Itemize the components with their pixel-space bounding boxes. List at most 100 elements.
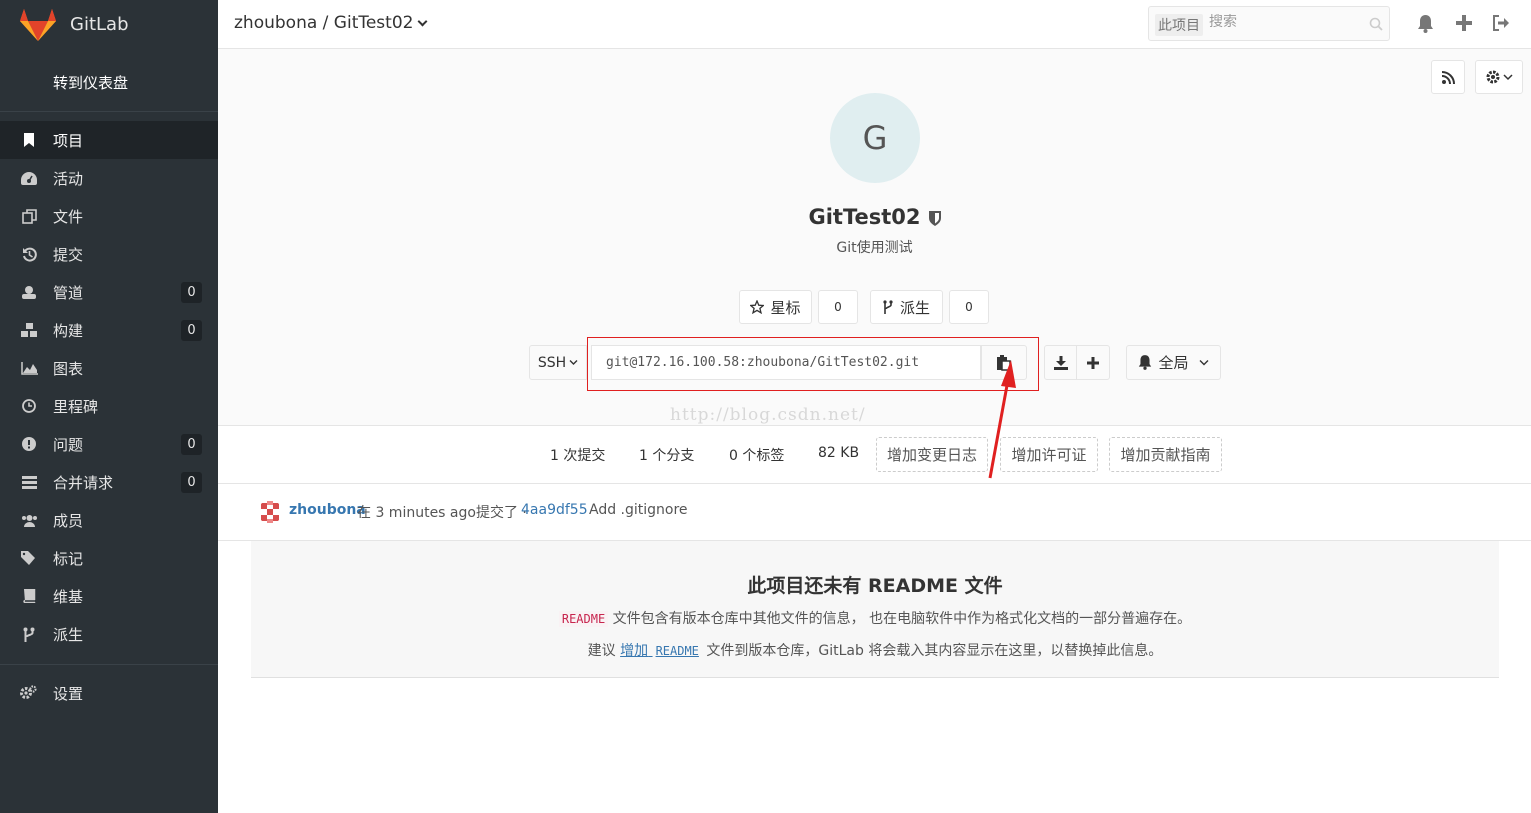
- sidebar-item-label: 设置: [53, 685, 84, 703]
- gitlab-logo-icon[interactable]: [20, 8, 56, 42]
- commit-message-link[interactable]: Add .gitignore: [589, 502, 688, 518]
- star-count[interactable]: 0: [818, 290, 858, 324]
- commit-sha-link[interactable]: 4aa9df55: [521, 502, 588, 518]
- sidebar: GitLab 转到仪表盘 项目 活动 文件 提交 管道 0 构建 0 图表 里程…: [0, 0, 218, 813]
- pipeline-icon: [20, 284, 38, 300]
- clock-icon: [20, 398, 38, 414]
- readme-info-line: README 文件包含有版本仓库中其他文件的信息， 也在电脑软件中作为格式化文档…: [251, 608, 1499, 628]
- download-button[interactable]: [1044, 345, 1077, 380]
- add-changelog-button[interactable]: 增加变更日志: [876, 437, 988, 472]
- files-icon: [20, 208, 38, 224]
- commits-count-link[interactable]: 1 次提交: [550, 445, 605, 465]
- sidebar-item-commits[interactable]: 提交: [0, 235, 218, 273]
- sign-out-icon[interactable]: [1492, 15, 1510, 31]
- sidebar-item-pipelines[interactable]: 管道 0: [0, 273, 218, 311]
- add-readme-link[interactable]: 增加 README: [620, 643, 702, 659]
- protocol-label: SSH: [537, 354, 567, 371]
- sidebar-item-activity[interactable]: 活动: [0, 159, 218, 197]
- fork-icon: [20, 626, 38, 642]
- fork-button[interactable]: 派生: [870, 290, 943, 324]
- star-button[interactable]: 星标: [739, 290, 812, 324]
- sidebar-item-label: 项目: [53, 132, 84, 150]
- chevron-down-icon: [1199, 360, 1208, 366]
- project-description: Git使用测试: [836, 240, 913, 256]
- readme-empty-title: 此项目还未有 README 文件: [747, 575, 1003, 597]
- search-box[interactable]: 此项目: [1148, 6, 1390, 41]
- sidebar-divider: [0, 664, 218, 665]
- book-icon: [20, 588, 38, 604]
- sidebar-item-milestones[interactable]: 里程碑: [0, 387, 218, 425]
- clone-url-input[interactable]: git@172.16.100.58:zhoubona/GitTest02.git: [591, 345, 981, 380]
- avatar[interactable]: [258, 500, 282, 524]
- sidebar-item-label: 提交: [53, 246, 84, 264]
- sidebar-item-labels[interactable]: 标记: [0, 539, 218, 577]
- clone-protocol-dropdown[interactable]: SSH: [529, 345, 587, 380]
- sidebar-item-graphs[interactable]: 图表: [0, 349, 218, 387]
- sidebar-item-wiki[interactable]: 维基: [0, 577, 218, 615]
- count-badge: 0: [181, 320, 202, 341]
- notification-level-dropdown[interactable]: 全局: [1126, 345, 1221, 380]
- branches-count-link[interactable]: 1 个分支: [639, 445, 694, 465]
- sidebar-item-label: 合并请求: [53, 474, 114, 492]
- chevron-down-icon: [1502, 74, 1513, 81]
- sidebar-nav: 项目 活动 文件 提交 管道 0 构建 0 图表 里程碑 问题 0 合并请求 0…: [0, 121, 218, 653]
- gear-icon: [1486, 70, 1499, 84]
- tags-count-link[interactable]: 0 个标签: [729, 445, 784, 465]
- add-readme-link-code: README: [655, 644, 699, 658]
- sidebar-item-project[interactable]: 项目: [0, 121, 218, 159]
- sidebar-item-files[interactable]: 文件: [0, 197, 218, 235]
- sidebar-item-label: 里程碑: [53, 398, 99, 416]
- fork-count[interactable]: 0: [949, 290, 989, 324]
- sidebar-item-label: 图表: [53, 360, 84, 378]
- tasks-icon: [20, 474, 38, 490]
- rss-button[interactable]: [1431, 60, 1465, 94]
- sidebar-item-builds[interactable]: 构建 0: [0, 311, 218, 349]
- watermark-text: http://blog.csdn.net/: [670, 405, 866, 425]
- sidebar-item-label: 问题: [53, 436, 84, 454]
- bell-icon[interactable]: [1417, 15, 1434, 33]
- dashboard-icon: [20, 170, 38, 186]
- readme-suggest-prefix: 建议: [587, 643, 616, 659]
- copy-url-button[interactable]: [981, 345, 1027, 380]
- commit-author-link[interactable]: zhoubona: [289, 502, 366, 518]
- commit-meta-text: 在 3 minutes ago提交了 ·: [357, 505, 527, 521]
- project-title-dropdown[interactable]: zhoubona / GitTest02: [234, 13, 428, 33]
- brand[interactable]: GitLab: [0, 0, 218, 50]
- sidebar-item-settings[interactable]: 设置: [0, 674, 218, 712]
- chevron-down-icon: [418, 16, 428, 27]
- sidebar-item-merge-requests[interactable]: 合并请求 0: [0, 463, 218, 501]
- count-badge: 0: [181, 434, 202, 455]
- project-avatar: G: [830, 93, 920, 183]
- chevron-down-icon: [569, 360, 578, 365]
- plus-icon[interactable]: [1456, 15, 1472, 31]
- project-settings-dropdown[interactable]: [1475, 60, 1523, 94]
- sidebar-item-forks[interactable]: 派生: [0, 615, 218, 653]
- rss-icon: [1441, 70, 1455, 84]
- search-icon: [1369, 17, 1383, 31]
- bookmark-icon: [20, 132, 38, 148]
- readme-suggest-line: 建议 增加 README 文件到版本仓库，GitLab 将会载入其内容显示在这里…: [251, 640, 1499, 660]
- search-input[interactable]: [1209, 14, 1359, 30]
- add-license-button[interactable]: 增加许可证: [1000, 437, 1098, 472]
- readme-info-text: 文件包含有版本仓库中其他文件的信息， 也在电脑软件中作为格式化文档的一部分普遍存…: [612, 611, 1192, 627]
- count-badge: 0: [181, 282, 202, 303]
- back-to-dashboard-link[interactable]: 转到仪表盘: [53, 72, 128, 93]
- repo-size: 82 KB: [818, 445, 860, 461]
- bell-icon: [1139, 355, 1152, 370]
- star-label: 星标: [770, 298, 801, 317]
- tags-icon: [20, 550, 38, 566]
- sidebar-item-label: 活动: [53, 170, 84, 188]
- add-readme-link-text: 增加: [620, 643, 649, 659]
- clipboard-icon: [997, 354, 1011, 371]
- sidebar-item-issues[interactable]: 问题 0: [0, 425, 218, 463]
- sidebar-item-members[interactable]: 成员: [0, 501, 218, 539]
- sidebar-item-label: 构建: [53, 322, 84, 340]
- project-stats-bar: 1 次提交 1 个分支 0 个标签 82 KB 增加变更日志 增加许可证 增加贡…: [218, 426, 1531, 484]
- project-home-panel: G GitTest02 Git使用测试 星标 0 派生 0 SSH git@17…: [218, 49, 1531, 426]
- add-contributing-button[interactable]: 增加贡献指南: [1109, 437, 1222, 472]
- readme-empty-panel: 此项目还未有 README 文件 README 文件包含有版本仓库中其他文件的信…: [251, 541, 1499, 678]
- download-icon: [1053, 355, 1068, 370]
- brand-name[interactable]: GitLab: [70, 14, 129, 35]
- add-file-button[interactable]: [1076, 345, 1110, 380]
- users-icon: [20, 512, 38, 528]
